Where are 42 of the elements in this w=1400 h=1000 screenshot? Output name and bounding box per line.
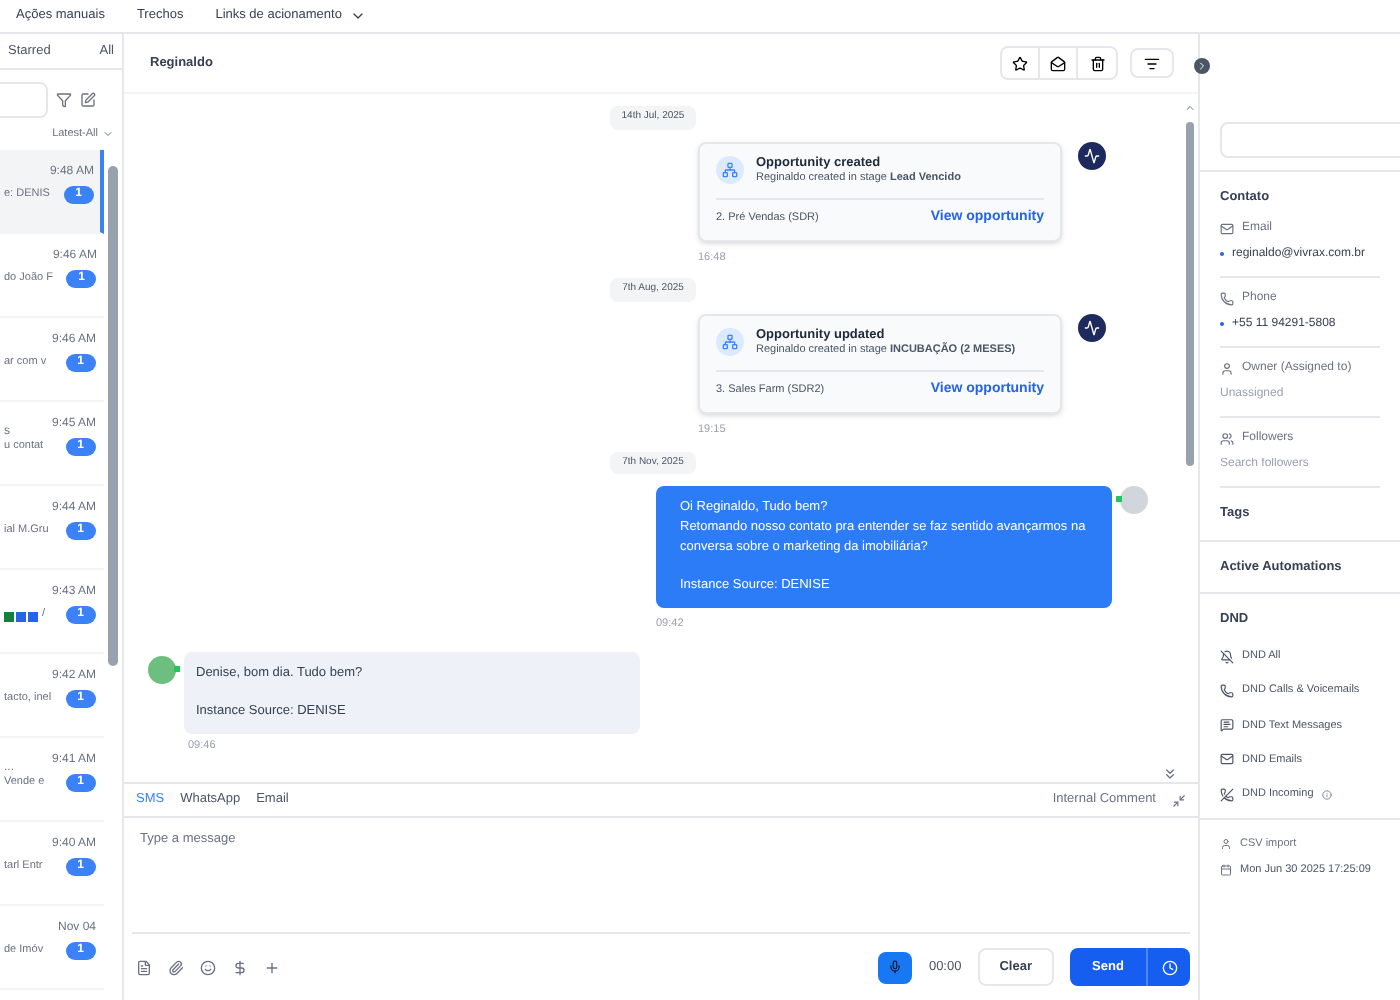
emoji-icon[interactable] xyxy=(200,959,216,975)
avatar-icon xyxy=(148,655,176,684)
star-icon xyxy=(1012,55,1028,71)
filter-icon[interactable] xyxy=(56,92,72,108)
avatar-icon xyxy=(1120,486,1148,514)
record-button[interactable] xyxy=(878,951,913,983)
search-field[interactable] xyxy=(0,82,48,118)
calendar-icon xyxy=(1220,863,1232,876)
search-field[interactable] xyxy=(1220,122,1400,158)
chevron-icon xyxy=(1196,60,1208,72)
email-icon xyxy=(1220,221,1234,236)
activity-icon xyxy=(1078,313,1106,342)
schedule-button[interactable] xyxy=(1146,948,1190,986)
trash-icon xyxy=(1089,55,1105,71)
dnd-icon[interactable] xyxy=(1220,649,1234,664)
envelope-icon xyxy=(1050,55,1066,71)
phone-icon xyxy=(1220,291,1234,306)
dnd-icon[interactable] xyxy=(1220,787,1234,802)
filter-icon xyxy=(1144,55,1160,71)
dollar-icon[interactable] xyxy=(232,959,248,975)
attachment-icon[interactable] xyxy=(168,959,184,975)
filter-button[interactable] xyxy=(1130,48,1174,78)
dnd-icon[interactable] xyxy=(1220,752,1234,767)
pipeline-icon xyxy=(716,156,744,184)
microphone-icon xyxy=(888,960,903,974)
user-icon xyxy=(1220,838,1232,851)
compose-icon[interactable] xyxy=(80,92,96,108)
scroll-down-icon[interactable] xyxy=(1162,766,1178,782)
scrollbar[interactable] xyxy=(1186,122,1194,466)
owner-icon xyxy=(1220,361,1234,376)
activity-icon xyxy=(1078,141,1106,169)
followers-icon xyxy=(1220,431,1234,446)
add-icon[interactable] xyxy=(264,959,280,975)
collapse-panel-icon[interactable] xyxy=(1194,58,1210,74)
collapse-icon[interactable] xyxy=(1172,793,1186,807)
document-icon[interactable] xyxy=(136,959,152,975)
emoji-icon xyxy=(4,611,38,621)
pipeline-icon xyxy=(716,328,744,357)
dnd-icon[interactable] xyxy=(1220,718,1234,733)
dnd-icon[interactable] xyxy=(1220,683,1234,698)
chevron-icon xyxy=(102,128,114,141)
clock-icon xyxy=(1161,959,1177,975)
